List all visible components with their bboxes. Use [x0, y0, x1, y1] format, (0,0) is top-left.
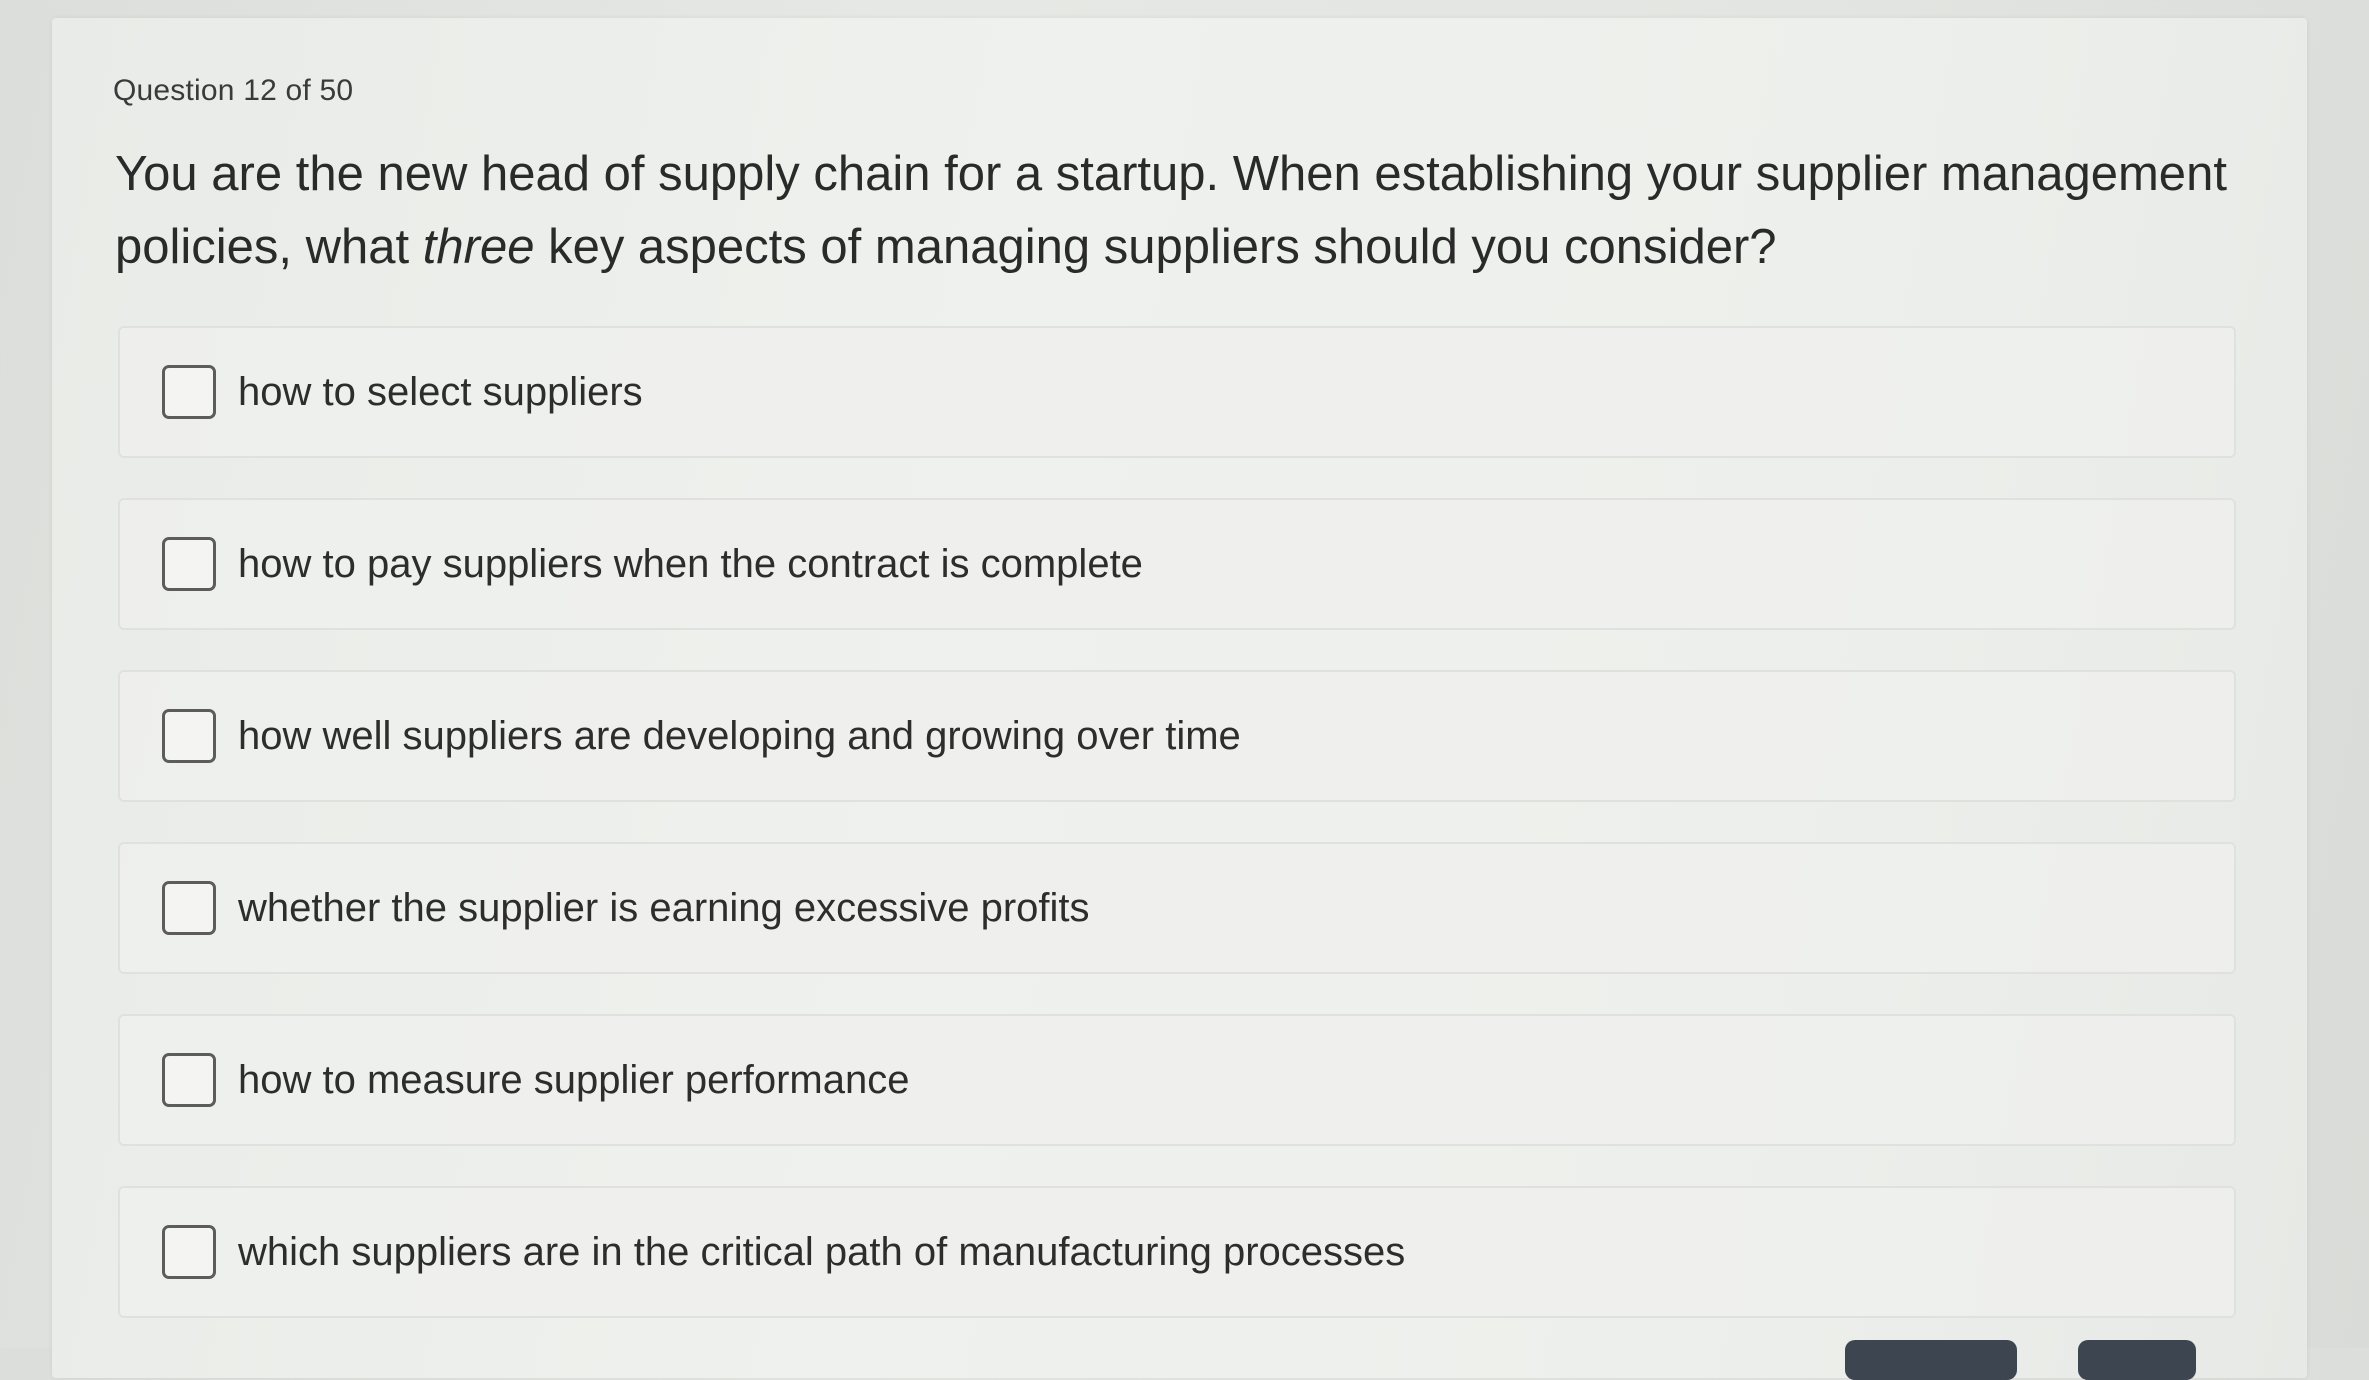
answer-option[interactable]: which suppliers are in the critical path…: [118, 1186, 2236, 1318]
partial-nav-button[interactable]: [1845, 1340, 2017, 1380]
answer-option-label: whether the supplier is earning excessiv…: [238, 885, 1090, 930]
answer-option[interactable]: how to select suppliers: [118, 326, 2236, 458]
question-counter: Question 12 of 50: [113, 74, 354, 107]
question-text-emphasis: three: [422, 220, 535, 274]
answer-option-label: how to measure supplier performance: [238, 1057, 910, 1102]
question-text: You are the new head of supply chain for…: [115, 138, 2265, 284]
answer-option[interactable]: how to measure supplier performance: [118, 1014, 2236, 1146]
checkbox-icon[interactable]: [162, 709, 216, 763]
partial-nav-button[interactable]: [2078, 1340, 2196, 1380]
answer-option[interactable]: whether the supplier is earning excessiv…: [118, 842, 2236, 974]
question-text-part-2: key aspects of managing suppliers should…: [534, 220, 1777, 274]
answer-option-label: which suppliers are in the critical path…: [238, 1229, 1406, 1274]
checkbox-icon[interactable]: [162, 881, 216, 935]
answer-options: how to select suppliers how to pay suppl…: [118, 326, 2236, 1358]
checkbox-icon[interactable]: [162, 365, 216, 419]
answer-option-label: how well suppliers are developing and gr…: [238, 713, 1241, 758]
answer-option[interactable]: how to pay suppliers when the contract i…: [118, 498, 2236, 630]
answer-option-label: how to select suppliers: [238, 369, 643, 414]
answer-option-label: how to pay suppliers when the contract i…: [238, 541, 1143, 586]
checkbox-icon[interactable]: [162, 1053, 216, 1107]
answer-option[interactable]: how well suppliers are developing and gr…: [118, 670, 2236, 802]
checkbox-icon[interactable]: [162, 1225, 216, 1279]
checkbox-icon[interactable]: [162, 537, 216, 591]
